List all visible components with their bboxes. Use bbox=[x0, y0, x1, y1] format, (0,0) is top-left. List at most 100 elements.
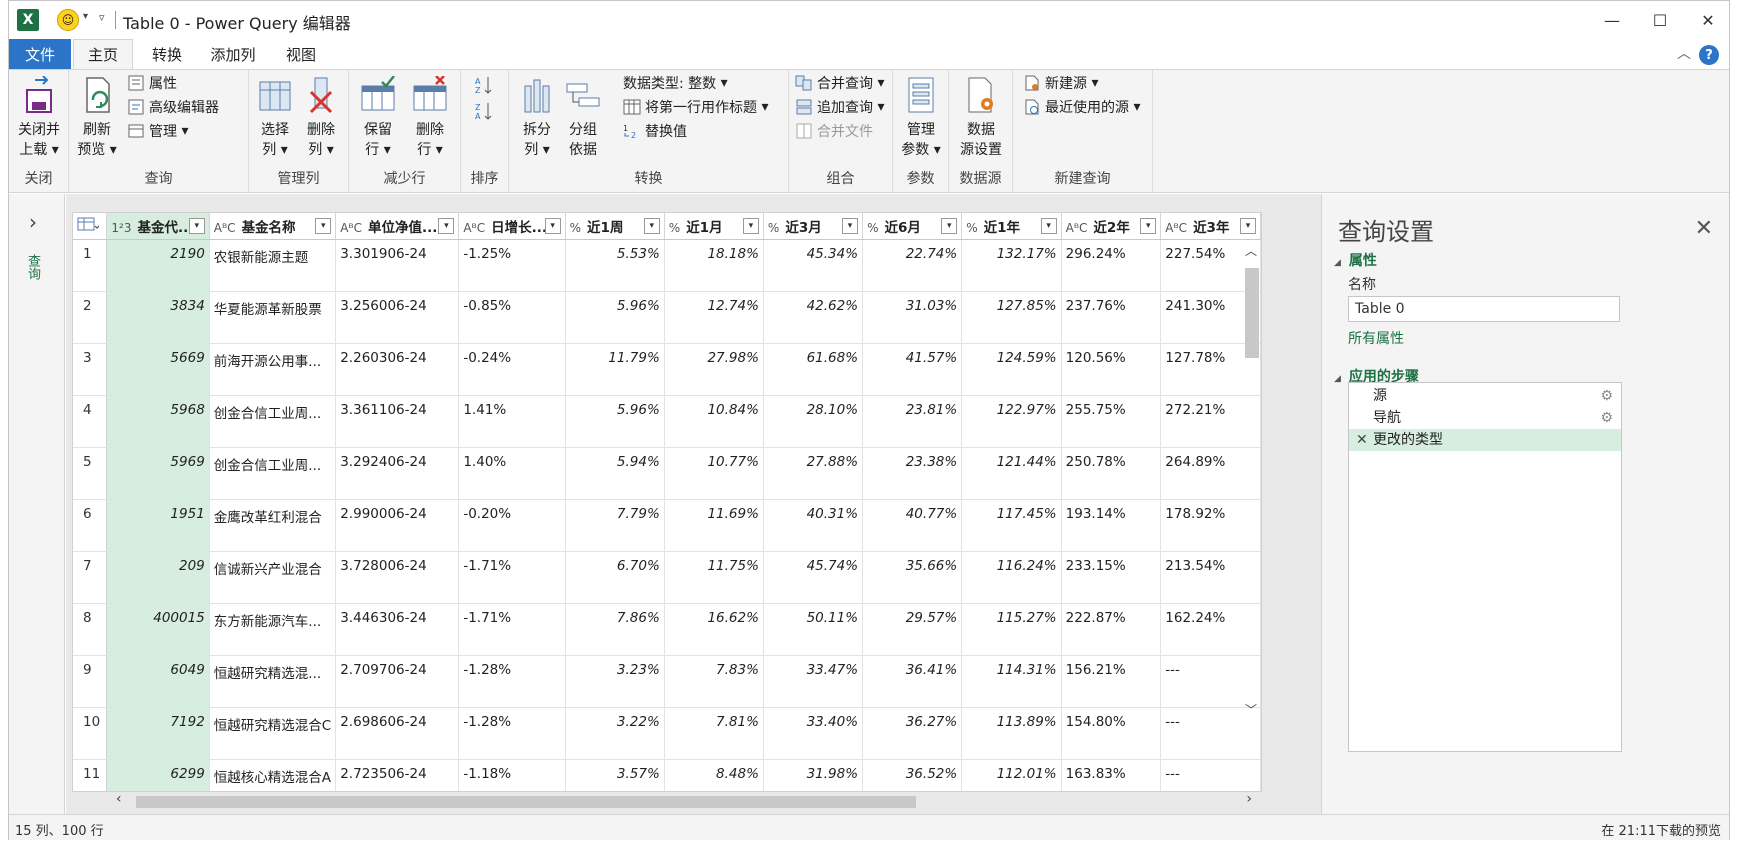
step-navigation[interactable]: 导航 ⚙ bbox=[1349, 407, 1621, 429]
table-cell[interactable]: 117.45% bbox=[961, 499, 1062, 552]
vertical-scroll-thumb[interactable] bbox=[1245, 268, 1259, 358]
table-cell[interactable]: 40.77% bbox=[862, 499, 963, 552]
delete-step-icon[interactable]: ✕ bbox=[1356, 429, 1368, 451]
sort-descending-button[interactable]: ZA bbox=[475, 98, 497, 121]
table-cell[interactable]: 3.23% bbox=[565, 655, 665, 708]
table-cell[interactable]: 恒越研究精选混合C bbox=[209, 707, 337, 760]
table-cell[interactable]: 122.97% bbox=[961, 395, 1062, 448]
table-cell[interactable]: 36.52% bbox=[862, 759, 963, 791]
table-cell[interactable]: 10.77% bbox=[664, 447, 764, 500]
table-cell[interactable]: -1.28% bbox=[458, 655, 566, 708]
table-cell[interactable]: -1.18% bbox=[458, 759, 566, 791]
table-select-all-icon[interactable] bbox=[73, 213, 108, 240]
table-cell[interactable]: 金鹰改革红利混合 bbox=[209, 499, 337, 552]
row-number[interactable]: 7 bbox=[73, 551, 108, 604]
table-cell[interactable]: 5.53% bbox=[565, 239, 665, 292]
table-cell[interactable]: 237.76% bbox=[1061, 291, 1162, 344]
combine-files-button[interactable]: 合并文件 bbox=[795, 120, 873, 142]
table-cell[interactable]: 前海开源公用事... bbox=[209, 343, 337, 396]
filter-dropdown-icon[interactable]: ▾ bbox=[643, 218, 660, 234]
query-name-input[interactable]: Table 0 bbox=[1348, 296, 1620, 322]
table-cell[interactable]: 127.85% bbox=[961, 291, 1062, 344]
filter-dropdown-icon[interactable]: ▾ bbox=[1140, 218, 1157, 234]
table-cell[interactable]: 7.79% bbox=[565, 499, 665, 552]
table-cell[interactable]: 6299 bbox=[106, 759, 210, 791]
table-cell[interactable]: 东方新能源汽车... bbox=[209, 603, 337, 656]
table-cell[interactable]: 7.83% bbox=[664, 655, 764, 708]
row-number[interactable]: 5 bbox=[73, 447, 108, 500]
table-cell[interactable]: -1.25% bbox=[458, 239, 566, 292]
table-cell[interactable]: 18.18% bbox=[664, 239, 764, 292]
table-cell[interactable]: 31.03% bbox=[862, 291, 963, 344]
gear-icon[interactable]: ⚙ bbox=[1600, 407, 1613, 429]
tab-view[interactable]: 视图 bbox=[273, 39, 329, 69]
column-header[interactable]: AᴮC 单位净值... ▾ bbox=[335, 213, 460, 240]
table-cell[interactable]: 233.15% bbox=[1061, 551, 1162, 604]
table-cell[interactable]: 22.74% bbox=[862, 239, 963, 292]
table-cell[interactable]: 45.34% bbox=[763, 239, 864, 292]
column-header[interactable]: 1²3 基金代... ▾ bbox=[106, 213, 210, 240]
table-cell[interactable]: 农银新能源主题 bbox=[209, 239, 337, 292]
table-cell[interactable]: 创金合信工业周... bbox=[209, 395, 337, 448]
collapse-ribbon-icon[interactable]: ︿ bbox=[1677, 43, 1691, 63]
table-cell[interactable]: 28.10% bbox=[763, 395, 864, 448]
append-queries-button[interactable]: 追加查询 ▾ bbox=[795, 96, 884, 118]
table-cell[interactable]: 6049 bbox=[106, 655, 210, 708]
table-cell[interactable]: 121.44% bbox=[961, 447, 1062, 500]
filter-dropdown-icon[interactable]: ▾ bbox=[742, 218, 759, 234]
column-type-icon[interactable]: 1²3 bbox=[111, 221, 131, 235]
table-cell[interactable]: 27.88% bbox=[763, 447, 864, 500]
table-cell[interactable]: 3834 bbox=[106, 291, 210, 344]
table-cell[interactable]: 5.96% bbox=[565, 395, 665, 448]
table-cell[interactable]: 5968 bbox=[106, 395, 210, 448]
table-cell[interactable]: 16.62% bbox=[664, 603, 764, 656]
maximize-button[interactable]: ☐ bbox=[1637, 5, 1683, 35]
step-changed-type[interactable]: ✕ 更改的类型 bbox=[1349, 429, 1621, 451]
column-header[interactable]: AᴮC 基金名称 ▾ bbox=[209, 213, 337, 240]
help-icon[interactable]: ? bbox=[1699, 45, 1719, 65]
table-cell[interactable]: 恒越核心精选混合A bbox=[209, 759, 337, 791]
table-cell[interactable]: 35.66% bbox=[862, 551, 963, 604]
choose-columns-button[interactable]: 选择 列 ▾ bbox=[255, 74, 295, 160]
table-cell[interactable]: 3.22% bbox=[565, 707, 665, 760]
filter-dropdown-icon[interactable]: ▾ bbox=[315, 218, 332, 234]
table-cell[interactable]: 10.84% bbox=[664, 395, 764, 448]
table-cell[interactable]: 61.68% bbox=[763, 343, 864, 396]
merge-queries-button[interactable]: 合并查询 ▾ bbox=[795, 72, 884, 94]
horizontal-scrollbar[interactable]: ‹ › bbox=[114, 791, 1254, 810]
column-header[interactable]: AᴮC 日增长... ▾ bbox=[458, 213, 566, 240]
table-cell[interactable]: 2.723506-24 bbox=[335, 759, 460, 791]
table-cell[interactable]: 3.256006-24 bbox=[335, 291, 460, 344]
table-cell[interactable]: 113.89% bbox=[961, 707, 1062, 760]
table-cell[interactable]: -1.71% bbox=[458, 603, 566, 656]
table-cell[interactable]: 11.69% bbox=[664, 499, 764, 552]
table-cell[interactable]: 400015 bbox=[106, 603, 210, 656]
row-number[interactable]: 9 bbox=[73, 655, 108, 708]
table-cell[interactable]: 50.11% bbox=[763, 603, 864, 656]
row-number[interactable]: 4 bbox=[73, 395, 108, 448]
table-cell[interactable]: 41.57% bbox=[862, 343, 963, 396]
scroll-up-icon[interactable]: ︿ bbox=[1245, 242, 1257, 259]
table-cell[interactable]: 3.57% bbox=[565, 759, 665, 791]
table-cell[interactable]: --- bbox=[1160, 759, 1261, 791]
column-header[interactable]: AᴮC 近3年 ▾ bbox=[1160, 213, 1261, 240]
excel-icon[interactable]: X bbox=[17, 9, 39, 31]
table-cell[interactable]: 11.75% bbox=[664, 551, 764, 604]
recent-sources-button[interactable]: 最近使用的源 ▾ bbox=[1023, 96, 1140, 118]
table-cell[interactable]: 3.292406-24 bbox=[335, 447, 460, 500]
table-cell[interactable]: 7.81% bbox=[664, 707, 764, 760]
table-cell[interactable]: -1.28% bbox=[458, 707, 566, 760]
table-cell[interactable]: 1951 bbox=[106, 499, 210, 552]
scroll-down-icon[interactable]: ﹀ bbox=[1245, 701, 1257, 718]
table-cell[interactable]: 33.40% bbox=[763, 707, 864, 760]
table-cell[interactable]: 1.41% bbox=[458, 395, 566, 448]
table-cell[interactable]: 2.698606-24 bbox=[335, 707, 460, 760]
table-cell[interactable]: 华夏能源革新股票 bbox=[209, 291, 337, 344]
column-type-icon[interactable]: AᴮC bbox=[463, 221, 485, 235]
close-window-button[interactable]: ✕ bbox=[1685, 5, 1731, 35]
table-cell[interactable]: 3.728006-24 bbox=[335, 551, 460, 604]
table-cell[interactable]: 23.38% bbox=[862, 447, 963, 500]
row-number[interactable]: 1 bbox=[73, 239, 108, 292]
column-type-icon[interactable]: % bbox=[669, 221, 680, 235]
table-cell[interactable]: 222.87% bbox=[1061, 603, 1162, 656]
